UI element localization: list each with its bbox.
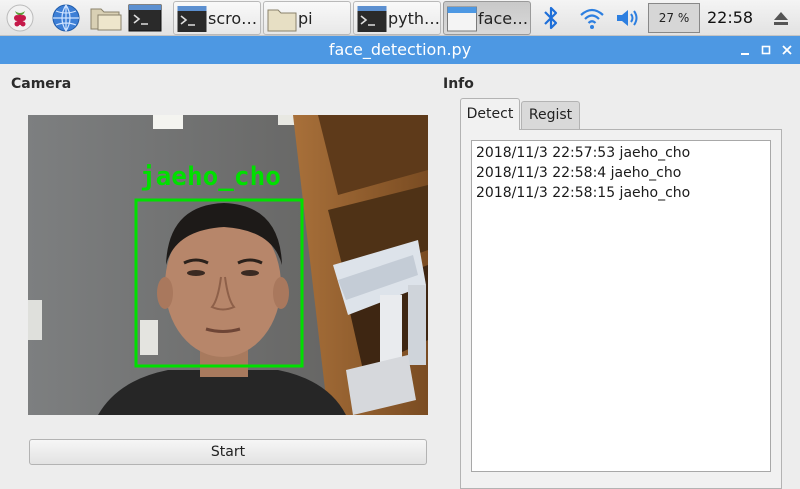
camera-feed: jaeho_cho: [28, 115, 428, 415]
clock[interactable]: 22:58: [707, 8, 753, 27]
terminal-icon: [177, 5, 207, 33]
taskbar-window-label: scro…: [208, 9, 258, 28]
raspberry-menu-icon[interactable]: [5, 3, 35, 33]
taskbar-window-label: face…: [478, 9, 529, 28]
close-icon[interactable]: [777, 36, 797, 64]
tab-detect[interactable]: Detect: [460, 98, 520, 130]
camera-section-label: Camera: [11, 76, 72, 92]
cpu-usage-label: 27 %: [658, 11, 690, 25]
terminal-icon[interactable]: [128, 3, 162, 33]
list-item[interactable]: 2018/11/3 22:57:53 jaeho_cho: [476, 143, 766, 163]
detection-log-list[interactable]: 2018/11/3 22:57:53 jaeho_cho 2018/11/3 2…: [471, 140, 771, 472]
maximize-icon[interactable]: [756, 36, 776, 64]
terminal-icon: [357, 5, 387, 33]
tab-regist[interactable]: Regist: [521, 101, 580, 129]
taskbar-window-pi[interactable]: pi: [263, 1, 351, 35]
taskbar-window-scrot[interactable]: scro…: [173, 1, 261, 35]
volume-icon[interactable]: [614, 3, 642, 33]
eject-icon[interactable]: [770, 3, 792, 33]
minimize-icon[interactable]: [735, 36, 755, 64]
start-button[interactable]: Start: [29, 439, 427, 465]
list-item[interactable]: 2018/11/3 22:58:15 jaeho_cho: [476, 183, 766, 203]
taskbar-window-python[interactable]: pyth…: [353, 1, 441, 35]
window-title: face_detection.py: [328, 40, 472, 59]
list-item[interactable]: 2018/11/3 22:58:4 jaeho_cho: [476, 163, 766, 183]
window-icon: [447, 5, 477, 33]
file-manager-icon[interactable]: [89, 3, 122, 33]
folder-icon: [267, 5, 297, 33]
info-section-label: Info: [443, 76, 474, 92]
taskbar-window-label: pyth…: [388, 9, 441, 28]
window-titlebar[interactable]: face_detection.py: [0, 36, 800, 64]
web-browser-icon[interactable]: [51, 3, 81, 33]
detection-name-label: jaeho_cho: [140, 162, 281, 192]
bluetooth-icon[interactable]: [540, 3, 562, 33]
cpu-monitor[interactable]: 27 %: [648, 3, 700, 33]
wifi-icon[interactable]: [578, 3, 606, 33]
taskbar-window-label: pi: [298, 9, 313, 28]
taskbar-window-face-detection[interactable]: face…: [443, 1, 531, 35]
taskbar: scro… pi pyth… face… 27 % 22:58: [0, 0, 800, 36]
